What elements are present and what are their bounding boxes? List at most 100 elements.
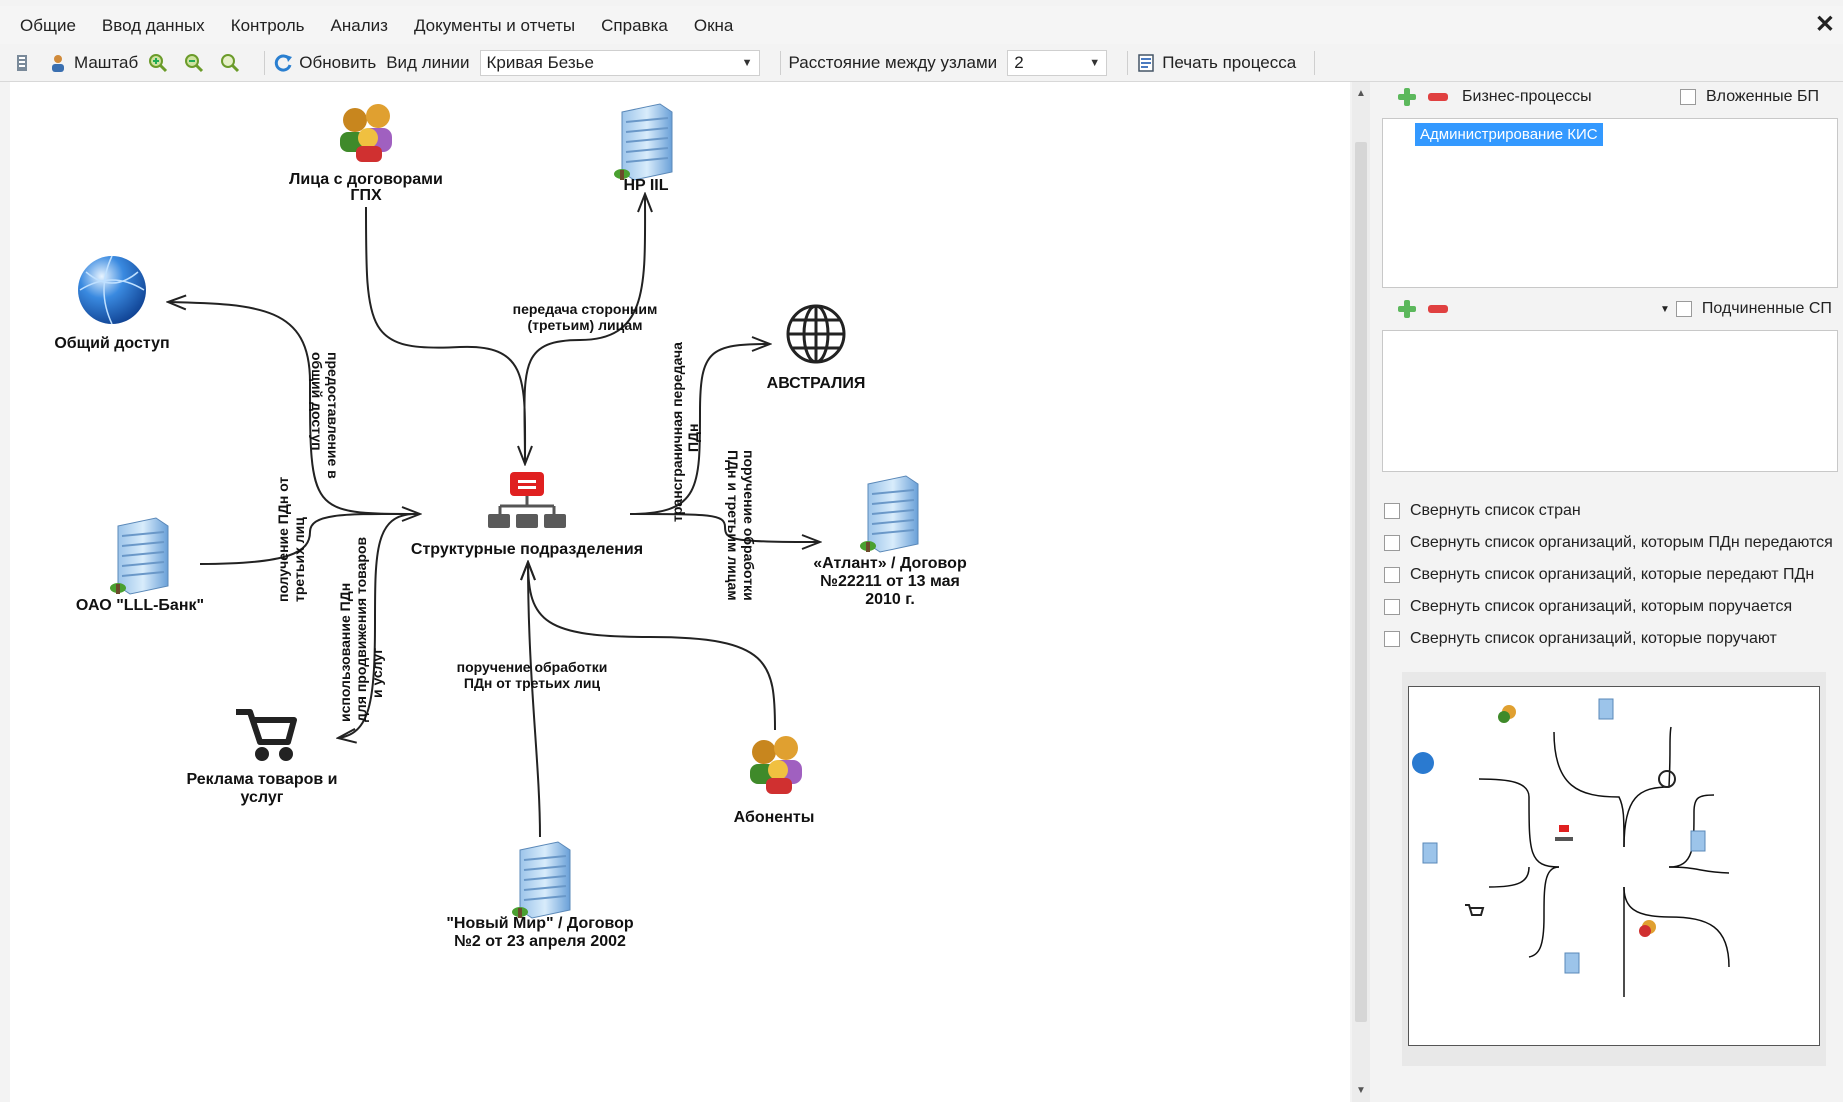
- shopping-cart-icon: [236, 709, 297, 761]
- node-label: №22211 от 13 мая: [820, 573, 960, 590]
- edge-label-commission-to-2: ПДн и третьим лицам: [725, 450, 741, 601]
- zoom-fit-button[interactable]: [220, 53, 246, 73]
- node-label: 2010 г.: [865, 591, 915, 608]
- node-newworld[interactable]: "Новый Мир" / Договор №2 от 23 апреля 20…: [446, 841, 634, 950]
- collapse-countries-row[interactable]: Свернуть список стран: [1384, 502, 1581, 520]
- people-icon: [750, 736, 802, 794]
- sp-list[interactable]: [1382, 330, 1838, 472]
- checkbox-label: Свернуть список организаций, которым пор…: [1410, 598, 1793, 615]
- globe-grid-icon: [786, 304, 846, 364]
- checkbox[interactable]: [1384, 503, 1400, 519]
- checkbox[interactable]: [1384, 567, 1400, 583]
- node-hp[interactable]: HP IIL: [614, 103, 673, 194]
- checkbox[interactable]: [1384, 631, 1400, 647]
- remove-sp-icon[interactable]: [1428, 305, 1448, 313]
- chevron-down-icon: ▼: [741, 56, 753, 69]
- refresh-icon: [275, 54, 293, 72]
- node-label: Структурные подразделения: [411, 541, 643, 558]
- scroll-down-icon[interactable]: ▼: [1356, 1085, 1366, 1096]
- node-gph[interactable]: Лица с договорами ГПХ: [289, 104, 443, 204]
- menu-data-entry[interactable]: Ввод данных: [102, 16, 205, 36]
- distance-label: Расстояние между узлами: [788, 52, 998, 72]
- edge-label-usage-3: и услуг: [369, 648, 385, 698]
- checkbox-label: Свернуть список организаций, которым ПДн…: [1410, 534, 1833, 551]
- checkbox[interactable]: [1384, 535, 1400, 551]
- add-sp-icon[interactable]: [1398, 300, 1416, 318]
- node-bank[interactable]: ОАО "LLL-Банк": [76, 517, 204, 614]
- zoom-in-button[interactable]: [148, 53, 174, 73]
- node-label: ГПХ: [350, 187, 382, 204]
- remove-bp-icon[interactable]: [1428, 93, 1448, 101]
- toolbar-separator: [779, 50, 781, 75]
- edge-label-commission-to-1: поручение обработки: [741, 450, 757, 601]
- zoom-out-button[interactable]: [184, 53, 210, 73]
- node-label: Абоненты: [734, 809, 815, 826]
- menu-documents[interactable]: Документы и отчеты: [414, 16, 575, 36]
- close-icon[interactable]: ✕: [1815, 10, 1835, 39]
- node-label: №2 от 23 апреля 2002: [454, 933, 626, 950]
- scroll-thumb[interactable]: [1355, 142, 1367, 1022]
- node-subscribers[interactable]: Абоненты: [734, 736, 815, 826]
- side-panel: Бизнес-процессы Вложенные БП Администрир…: [1372, 82, 1843, 1102]
- edge-bank-to-center: [199, 514, 420, 565]
- node-ads[interactable]: Реклама товаров и услуг: [187, 709, 338, 806]
- edge-label-commission-from-1: поручение обработки: [457, 659, 608, 675]
- bp-list[interactable]: Администрирование КИС: [1382, 118, 1838, 288]
- node-label: «Атлант» / Договор: [813, 555, 967, 572]
- collapse-commissioned-row[interactable]: Свернуть список организаций, которым пор…: [1384, 598, 1792, 616]
- collapse-commissioners-row[interactable]: Свернуть список организаций, которые пор…: [1384, 630, 1777, 648]
- bp-toolbar: Бизнес-процессы: [1398, 88, 1592, 106]
- distance-select[interactable]: 2 ▼: [1007, 49, 1108, 76]
- menu-control[interactable]: Контроль: [231, 16, 305, 36]
- refresh-button[interactable]: Обновить: [273, 53, 376, 73]
- building-icon: [512, 841, 571, 919]
- node-label: Лица с договорами: [289, 171, 443, 188]
- print-icon: [1138, 53, 1154, 72]
- node-public-access[interactable]: Общий доступ: [54, 255, 170, 352]
- structure-tool-button[interactable]: [12, 53, 38, 73]
- zoom-fit-icon: [221, 53, 240, 72]
- print-process-button[interactable]: Печать процесса: [1136, 53, 1296, 73]
- minimap-edges: [1478, 726, 1730, 997]
- diagram-minimap[interactable]: [1408, 686, 1820, 1046]
- edge-label-third-party-2: (третьим) лицам: [527, 317, 642, 333]
- node-label: Общий доступ: [54, 335, 169, 352]
- people-icon: [340, 104, 392, 162]
- menu-windows[interactable]: Окна: [694, 16, 734, 36]
- collapse-senders-row[interactable]: Свернуть список организаций, которые пер…: [1384, 566, 1814, 584]
- process-diagram-canvas[interactable]: передача сторонним (третьим) лицам предо…: [10, 82, 1350, 1102]
- collapse-receivers-row[interactable]: Свернуть список организаций, которым ПДн…: [1384, 534, 1833, 552]
- node-australia[interactable]: АВСТРАЛИЯ: [767, 304, 866, 392]
- node-atlant[interactable]: «Атлант» / Договор №22211 от 13 мая 2010…: [813, 475, 967, 608]
- sub-sp-label: Подчиненные СП: [1701, 300, 1832, 317]
- edge-label-public-1: предоставление в: [325, 352, 341, 479]
- toolbar-separator: [1127, 50, 1129, 75]
- sub-sp-checkbox[interactable]: [1675, 301, 1692, 317]
- toolbar-separator: [1314, 50, 1316, 75]
- sp-toolbar: [1398, 300, 1448, 318]
- scale-button[interactable]: Маштаб: [48, 53, 138, 73]
- add-bp-icon[interactable]: [1398, 88, 1416, 106]
- edge-to-public: [168, 302, 416, 515]
- node-label: "Новый Мир" / Договор: [446, 915, 634, 932]
- scale-label: Маштаб: [74, 52, 139, 72]
- nested-bp-checkbox[interactable]: [1680, 89, 1696, 105]
- menu-analysis[interactable]: Анализ: [331, 16, 388, 36]
- menu-general[interactable]: Общие: [20, 16, 76, 36]
- scroll-up-icon[interactable]: ▲: [1356, 88, 1366, 99]
- node-label: Реклама товаров и: [187, 771, 338, 788]
- building-icon: [860, 475, 919, 553]
- menu-help[interactable]: Справка: [601, 16, 668, 36]
- canvas-scrollbar[interactable]: ▲ ▼: [1352, 82, 1370, 1102]
- chevron-down-icon: ▼: [1089, 56, 1101, 69]
- dropdown-icon[interactable]: ▼: [1660, 304, 1670, 315]
- person-icon: [52, 54, 64, 72]
- nested-bp-toggle[interactable]: Вложенные БП: [1680, 88, 1819, 106]
- checkbox-label: Свернуть список стран: [1410, 502, 1581, 519]
- zoom-in-icon: [149, 53, 168, 72]
- checkbox[interactable]: [1384, 599, 1400, 615]
- node-center-org-units[interactable]: Структурные подразделения: [411, 472, 643, 558]
- line-type-select[interactable]: Кривая Безье ▼: [479, 49, 760, 76]
- bp-list-item[interactable]: Администрирование КИС: [1415, 123, 1603, 146]
- sub-sp-toggle[interactable]: ▼ Подчиненные СП: [1660, 300, 1832, 318]
